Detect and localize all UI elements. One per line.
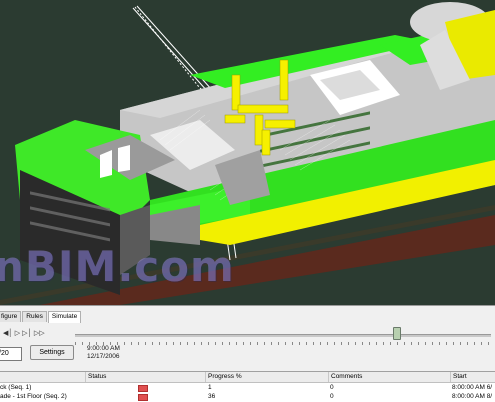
slider-ticks — [75, 342, 491, 345]
header-start[interactable]: Start — [450, 372, 495, 382]
settings-button[interactable]: Settings — [30, 345, 74, 360]
table-row[interactable]: ck (Seq. 1) 1 0 8:00:00 AM 6/ — [0, 383, 495, 392]
step-forward-icon[interactable]: ▷│ — [22, 329, 32, 337]
table-header: Status Progress % Comments Start — [0, 372, 495, 383]
header-progress[interactable]: Progress % — [205, 372, 328, 382]
3d-model-viewport[interactable]: nBIM.com — [0, 0, 495, 305]
slider-thumb[interactable] — [393, 327, 401, 340]
tab-simulate[interactable]: Simulate — [47, 311, 82, 323]
slider-track — [75, 334, 491, 337]
task-progress: 1 — [208, 384, 212, 391]
step-back-icon[interactable]: ◀│ — [3, 329, 13, 337]
timeliner-panel: figure Rules Simulate ◀│ ▷ ▷│ ▷▷ /20 Set… — [0, 305, 495, 402]
task-name: ck (Seq. 1) — [0, 384, 32, 391]
header-comments[interactable]: Comments — [328, 372, 451, 382]
tab-rules[interactable]: Rules — [22, 311, 47, 322]
header-status[interactable]: Status — [85, 372, 208, 382]
status-bar-icon — [138, 385, 148, 392]
playback-controls: ◀│ ▷ ▷│ ▷▷ — [3, 329, 45, 337]
watermark: nBIM.com — [0, 242, 235, 291]
task-table: Status Progress % Comments Start ck (Seq… — [0, 371, 495, 402]
time-text: 9:00:00 AM — [87, 345, 120, 352]
skip-end-icon[interactable]: ▷▷ — [34, 329, 45, 337]
date-text: 12/17/2006 — [87, 353, 120, 360]
task-comments: 0 — [330, 384, 334, 391]
date-field[interactable]: /20 — [0, 347, 22, 361]
tab-bar: figure Rules Simulate — [0, 311, 82, 323]
play-icon[interactable]: ▷ — [15, 329, 20, 337]
current-time-display: 9:00:00 AM 12/17/2006 — [87, 345, 120, 361]
tab-configure[interactable]: figure — [0, 311, 22, 322]
timeline-slider[interactable] — [75, 326, 491, 342]
task-start: 8:00:00 AM 6/ — [452, 384, 493, 391]
